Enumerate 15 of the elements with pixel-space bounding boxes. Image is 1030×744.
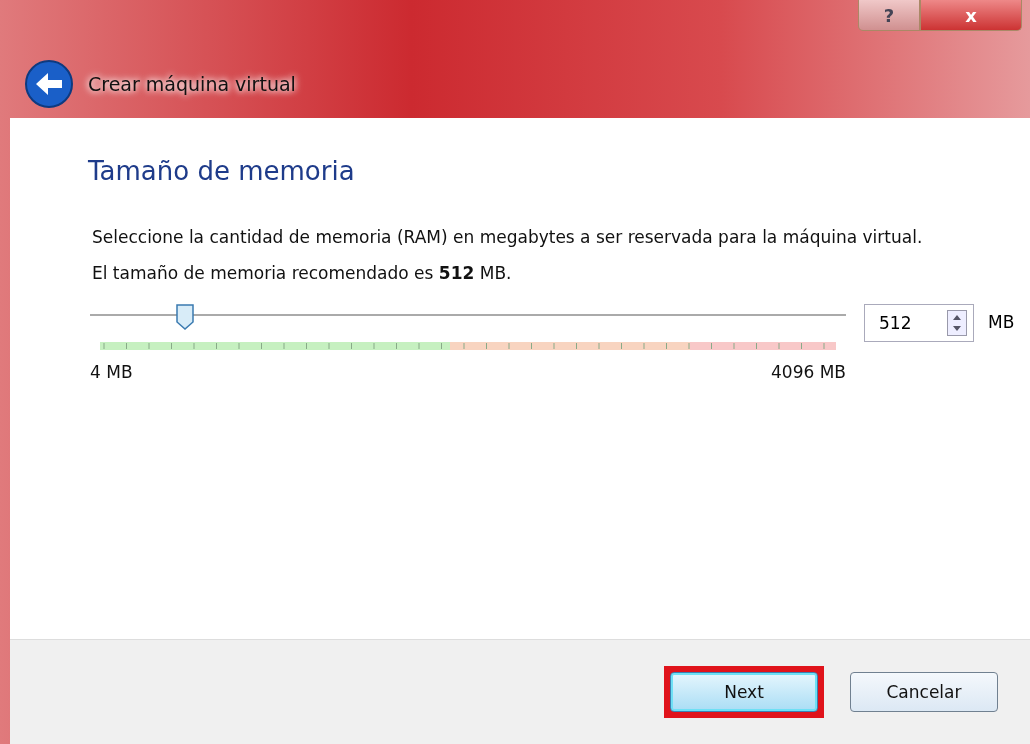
max-label: 4096 MB — [771, 362, 846, 382]
slider-thumb[interactable] — [175, 304, 194, 330]
help-button[interactable]: ? — [858, 0, 920, 31]
next-button[interactable]: Next — [670, 672, 818, 712]
description-text: Seleccione la cantidad de memoria (RAM) en megabytes a ser reservada para la máquina virtual. — [92, 226, 924, 248]
cancel-button[interactable]: Cancelar — [850, 672, 998, 712]
page-heading: Tamaño de memoria — [88, 156, 356, 186]
window-title: Crear máquina virtual — [88, 73, 296, 95]
recommendation-text: El tamaño de memoria recomendado es 512 MB. — [92, 262, 513, 284]
memory-field[interactable]: 512 — [864, 304, 974, 342]
min-label: 4 MB — [90, 362, 133, 382]
back-icon[interactable] — [24, 59, 74, 109]
unit-label: MB — [988, 312, 1015, 332]
close-button[interactable]: x — [920, 0, 1022, 31]
spinner-icon[interactable] — [947, 310, 967, 336]
